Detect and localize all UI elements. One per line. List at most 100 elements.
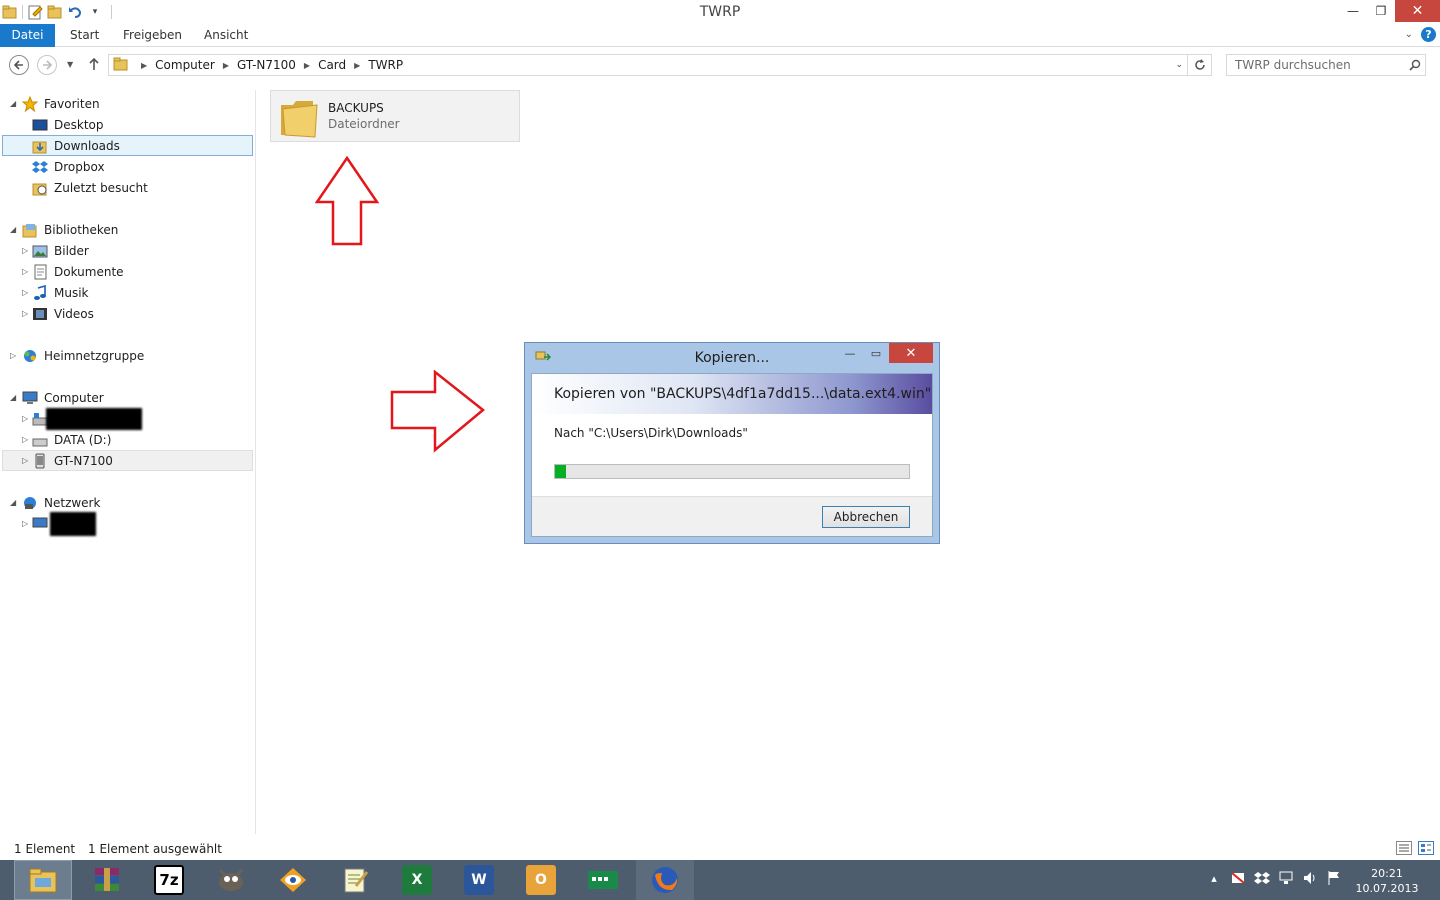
expand-ribbon-icon[interactable]: ⌄ xyxy=(1405,29,1413,40)
refresh-button[interactable] xyxy=(1188,54,1212,76)
taskbar-winrar[interactable] xyxy=(78,860,136,900)
taskbar-excel[interactable]: X xyxy=(388,860,446,900)
dialog-minimize-button[interactable]: — xyxy=(837,343,863,363)
show-hidden-icons-icon[interactable]: ▴ xyxy=(1206,870,1222,886)
chevron-down-icon[interactable]: ⌄ xyxy=(1175,60,1183,70)
expanded-arrow-icon[interactable]: ◢ xyxy=(10,498,16,507)
action-center-icon[interactable] xyxy=(1230,870,1246,886)
recent-locations-icon[interactable]: ▼ xyxy=(67,60,73,69)
tree-label: DATA (D:) xyxy=(54,432,112,447)
taskbar-network-tool[interactable] xyxy=(574,860,632,900)
tree-favorites[interactable]: ◢ Favoriten xyxy=(10,93,100,114)
network-icon xyxy=(22,495,38,511)
tab-start[interactable]: Start xyxy=(70,24,99,47)
flag-icon[interactable] xyxy=(1326,870,1342,886)
taskbar-word[interactable]: W xyxy=(450,860,508,900)
taskbar-notepad[interactable] xyxy=(326,860,384,900)
photo-viewer-icon xyxy=(278,865,308,895)
chevron-right-icon[interactable]: ▶ xyxy=(304,61,310,70)
folder-icon xyxy=(113,57,129,74)
tree-item-redacted-network[interactable]: ▷ xyxy=(22,511,96,536)
tree-computer[interactable]: ◢ Computer xyxy=(10,387,104,408)
tab-ansicht[interactable]: Ansicht xyxy=(204,24,248,47)
tree-libraries[interactable]: ◢ Bibliotheken xyxy=(10,219,118,240)
network-tray-icon[interactable] xyxy=(1278,870,1294,886)
tree-item-videos[interactable]: ▷ Videos xyxy=(22,303,94,324)
minimize-button[interactable]: — xyxy=(1339,0,1367,22)
tree-network[interactable]: ◢ Netzwerk xyxy=(10,492,100,513)
copy-progress-bar xyxy=(554,464,910,479)
up-icon[interactable] xyxy=(88,57,100,74)
collapsed-arrow-icon[interactable]: ▷ xyxy=(22,435,28,444)
tree-item-musik[interactable]: ▷ Musik xyxy=(22,282,89,303)
tree-item-recent[interactable]: Zuletzt besucht xyxy=(32,177,148,198)
restore-button[interactable]: ❐ xyxy=(1367,0,1395,22)
expanded-arrow-icon[interactable]: ◢ xyxy=(10,99,16,108)
collapsed-arrow-icon[interactable]: ▷ xyxy=(22,414,28,423)
tiles-view-icon[interactable] xyxy=(1418,841,1434,855)
dialog-header: Kopieren von "BACKUPS\4df1a7dd15...\data… xyxy=(532,374,932,414)
collapsed-arrow-icon[interactable]: ▷ xyxy=(22,309,28,318)
tree-item-bilder[interactable]: ▷ Bilder xyxy=(22,240,89,261)
tree-label: Bilder xyxy=(54,243,89,258)
right-arrow-annotation xyxy=(390,370,485,453)
dialog-close-button[interactable]: ✕ xyxy=(889,343,933,363)
taskbar-clock[interactable]: 20:21 10.07.2013 xyxy=(1352,866,1422,896)
cancel-button[interactable]: Abbrechen xyxy=(822,506,910,528)
folder-item-backups[interactable]: BACKUPS Dateiordner xyxy=(270,90,520,142)
address-bar[interactable]: ▶ Computer ▶ GT-N7100 ▶ Card ▶ TWRP ⌄ xyxy=(108,54,1188,76)
tree-item-gt-n7100[interactable]: ▷ GT-N7100 xyxy=(22,450,113,471)
notepad-icon xyxy=(340,865,370,895)
breadcrumb-twrp[interactable]: TWRP xyxy=(368,58,403,72)
breadcrumb-computer[interactable]: Computer xyxy=(155,58,215,72)
chevron-right-icon[interactable]: ▶ xyxy=(354,61,360,70)
collapsed-arrow-icon[interactable]: ▷ xyxy=(22,267,28,276)
tree-item-desktop[interactable]: Desktop xyxy=(32,114,104,135)
taskbar-firefox[interactable] xyxy=(636,860,694,900)
breadcrumb-gt-n7100[interactable]: GT-N7100 xyxy=(237,58,296,72)
collapsed-arrow-icon[interactable]: ▷ xyxy=(22,288,28,297)
window-title: TWRP xyxy=(699,4,741,20)
taskbar-7zip[interactable]: 7z xyxy=(140,860,198,900)
expanded-arrow-icon[interactable]: ◢ xyxy=(10,393,16,402)
tab-freigeben[interactable]: Freigeben xyxy=(123,24,182,47)
documents-icon xyxy=(32,264,48,280)
volume-icon[interactable] xyxy=(1302,870,1318,886)
navigation-pane: ◢ Favoriten Desktop Downloads Dropbox Zu… xyxy=(0,90,256,834)
search-icon[interactable] xyxy=(1409,57,1421,77)
tree-item-dropbox[interactable]: Dropbox xyxy=(32,156,105,177)
taskbar-gimp[interactable] xyxy=(202,860,260,900)
collapsed-arrow-icon[interactable]: ▷ xyxy=(22,246,28,255)
folder-name: BACKUPS xyxy=(328,101,384,115)
search-input[interactable]: TWRP durchsuchen xyxy=(1226,54,1426,76)
tree-homegroup[interactable]: ▷ Heimnetzgruppe xyxy=(10,345,144,366)
tab-datei[interactable]: Datei xyxy=(0,24,55,47)
help-icon[interactable]: ? xyxy=(1421,27,1436,42)
close-button[interactable]: ✕ xyxy=(1395,0,1440,22)
tree-item-downloads[interactable]: Downloads xyxy=(32,135,120,156)
chevron-right-icon[interactable]: ▶ xyxy=(223,61,229,70)
collapsed-arrow-icon[interactable]: ▷ xyxy=(10,351,16,360)
details-view-icon[interactable] xyxy=(1396,841,1412,855)
desktop-icon xyxy=(32,117,48,133)
chevron-right-icon[interactable]: ▶ xyxy=(141,61,147,70)
progress-fill xyxy=(555,465,566,478)
clock-date: 10.07.2013 xyxy=(1355,882,1419,895)
system-tray: ▴ xyxy=(1206,870,1342,886)
taskbar-outlook[interactable]: O xyxy=(512,860,570,900)
tree-item-dokumente[interactable]: ▷ Dokumente xyxy=(22,261,124,282)
collapsed-arrow-icon[interactable]: ▷ xyxy=(22,456,28,465)
tree-item-redacted-drive[interactable]: ▷ xyxy=(22,407,142,430)
back-button[interactable] xyxy=(9,55,29,75)
tree-item-data-d[interactable]: ▷ DATA (D:) xyxy=(22,429,112,450)
collapsed-arrow-icon[interactable]: ▷ xyxy=(22,519,28,528)
expanded-arrow-icon[interactable]: ◢ xyxy=(10,225,16,234)
breadcrumb-card[interactable]: Card xyxy=(318,58,346,72)
dialog-maximize-button[interactable]: ▭ xyxy=(863,343,889,363)
forward-button[interactable] xyxy=(37,55,57,75)
taskbar-photo-viewer[interactable] xyxy=(264,860,322,900)
dropbox-tray-icon[interactable] xyxy=(1254,870,1270,886)
homegroup-icon xyxy=(22,348,38,364)
outlook-icon: O xyxy=(526,865,556,895)
taskbar-file-explorer[interactable] xyxy=(14,860,72,900)
